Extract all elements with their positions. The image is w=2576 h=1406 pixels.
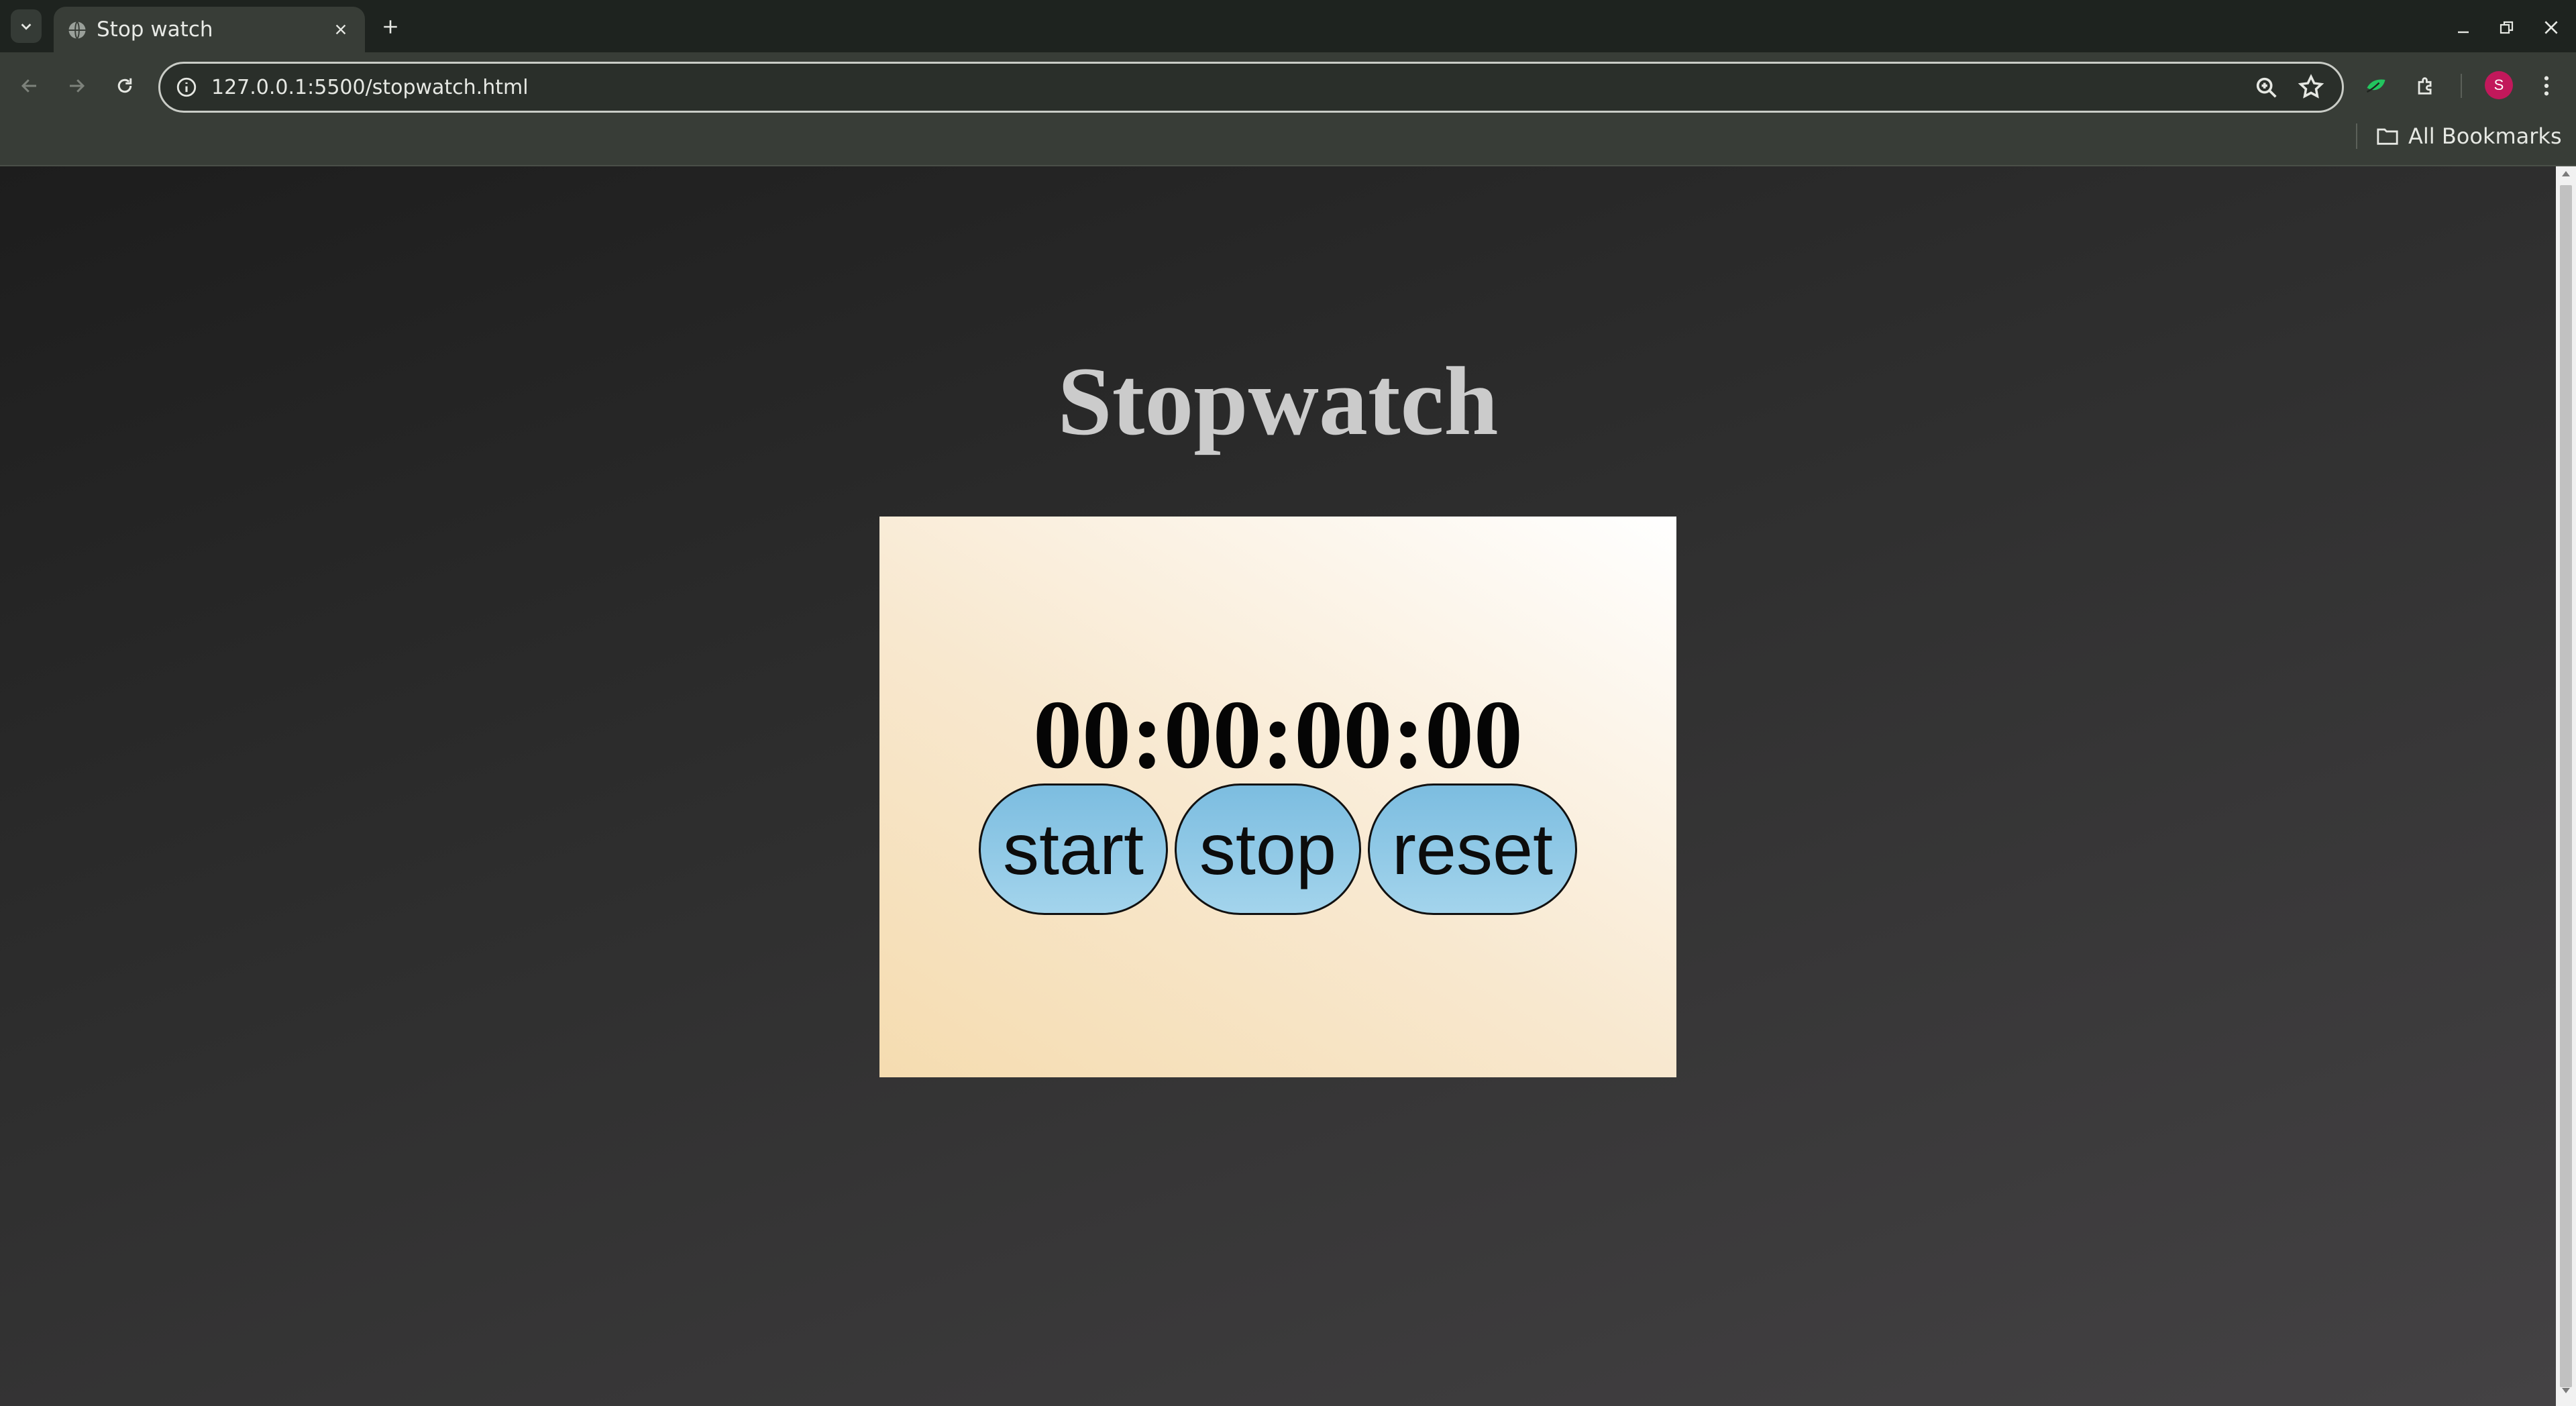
reset-button[interactable]: reset (1368, 783, 1577, 915)
zoom-icon[interactable] (2253, 74, 2280, 101)
bookmarks-divider (2356, 123, 2357, 149)
new-tab-button[interactable] (376, 12, 405, 42)
close-window-button[interactable] (2534, 11, 2568, 44)
folder-icon (2377, 128, 2398, 145)
vertical-scrollbar[interactable] (2556, 166, 2576, 1406)
globe-icon (68, 21, 86, 40)
scroll-down-button[interactable] (2556, 1386, 2576, 1403)
url-text[interactable]: 127.0.0.1:5500/stopwatch.html (211, 73, 529, 103)
page-title: Stopwatch (1057, 347, 1499, 455)
kebab-menu-icon (2544, 76, 2549, 96)
back-button[interactable] (11, 67, 48, 105)
info-icon[interactable] (175, 76, 198, 99)
scroll-up-button[interactable] (2556, 169, 2576, 186)
stopwatch-card: 00:00:00:00 start stop reset (879, 517, 1676, 1077)
toolbar-divider (2461, 74, 2462, 98)
reload-button[interactable] (106, 67, 144, 105)
scroll-thumb[interactable] (2560, 185, 2572, 1387)
menu-button[interactable] (2528, 67, 2565, 105)
browser-toolbar: 127.0.0.1:5500/stopwatch.html S All Book… (0, 52, 2576, 170)
triangle-up-icon (2562, 171, 2570, 176)
tab-title: Stop watch (97, 17, 213, 42)
minimize-icon (2458, 31, 2469, 34)
star-icon[interactable] (2297, 73, 2325, 101)
leaf-icon (2366, 79, 2385, 93)
profile-avatar[interactable]: S (2485, 71, 2513, 99)
plus-icon (384, 20, 397, 34)
arrow-right-icon (70, 79, 85, 93)
reload-icon (117, 78, 132, 93)
restore-button[interactable] (2490, 11, 2524, 44)
arrow-left-icon (21, 79, 36, 93)
triangle-down-icon (2562, 1388, 2570, 1393)
address-bar[interactable]: 127.0.0.1:5500/stopwatch.html (158, 62, 2344, 113)
close-icon (335, 24, 346, 35)
active-tab[interactable]: Stop watch (54, 7, 365, 52)
puzzle-icon (2418, 77, 2432, 95)
restore-icon (2500, 21, 2514, 34)
page-viewport: Stopwatch 00:00:00:00 start stop reset (0, 166, 2556, 1406)
all-bookmarks-label: All Bookmarks (2408, 123, 2562, 149)
tab-close-button[interactable] (329, 17, 353, 42)
tab-search-button[interactable] (11, 9, 42, 43)
time-display: 00:00:00:00 (1033, 680, 1523, 789)
chevron-down-icon (21, 23, 32, 30)
forward-button[interactable] (58, 67, 95, 105)
all-bookmarks-button[interactable]: All Bookmarks (2376, 121, 2562, 152)
extension-leaf-button[interactable] (2357, 67, 2395, 105)
stop-button[interactable]: stop (1175, 783, 1361, 915)
minimize-button[interactable] (2447, 11, 2480, 44)
close-icon (2544, 21, 2558, 34)
start-button[interactable]: start (979, 783, 1168, 915)
extensions-button[interactable] (2407, 67, 2445, 105)
tab-strip: Stop watch (0, 0, 2576, 52)
